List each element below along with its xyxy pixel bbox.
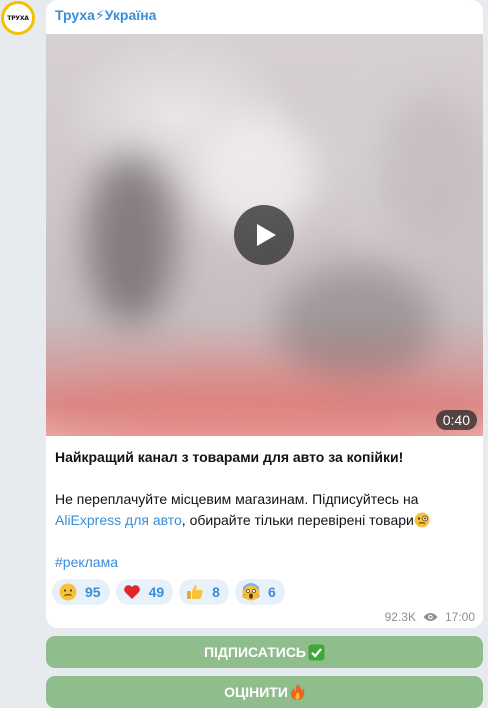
rate-button-label: ОЦІНИТИ	[224, 684, 288, 700]
channel-avatar[interactable]: ТРУХА	[1, 1, 35, 35]
reaction-count: 95	[85, 584, 101, 600]
subscribe-button[interactable]: ПІДПИСАТИСЬ	[46, 636, 483, 668]
reaction-thumbs-up[interactable]: 8	[179, 579, 229, 605]
post-text: Найкращий канал з товарами для авто за к…	[55, 447, 475, 573]
screaming-face-icon	[242, 583, 260, 601]
aliexpress-link[interactable]: AliExpress для авто	[55, 512, 182, 528]
reaction-count: 8	[212, 584, 220, 600]
avatar-logo-text: ТРУХА	[7, 14, 29, 22]
message-bubble: Труха⚡Україна 0:40 Найкращий канал з тов…	[46, 0, 483, 628]
play-icon	[257, 224, 276, 246]
channel-name[interactable]: Труха⚡Україна	[55, 7, 156, 24]
eye-icon	[423, 613, 438, 621]
thumbs-up-icon	[187, 585, 203, 599]
post-body-prefix: Не переплачуйте місцевим магазинам. Підп…	[55, 491, 419, 507]
post-headline: Найкращий канал з товарами для авто за к…	[55, 449, 404, 465]
view-count: 92.3K	[384, 610, 416, 624]
hashtag-link[interactable]: #реклама	[55, 552, 475, 573]
fire-icon	[290, 684, 305, 700]
play-button[interactable]	[234, 205, 294, 265]
video-duration: 0:40	[435, 410, 477, 430]
reactions-bar: 95 49 8 6	[52, 579, 285, 605]
reaction-count: 49	[148, 584, 165, 600]
post-body: Не переплачуйте місцевим магазинам. Підп…	[55, 489, 475, 531]
check-mark-icon	[308, 644, 325, 660]
message-meta: 92.3K 17:00	[385, 610, 475, 624]
rate-button[interactable]: ОЦІНИТИ	[46, 676, 483, 708]
reaction-heart[interactable]: 49	[115, 579, 174, 605]
reaction-count: 6	[267, 584, 276, 600]
message-time: 17:00	[444, 610, 475, 624]
reaction-scream[interactable]: 6	[234, 579, 285, 605]
monocle-face-icon	[414, 512, 430, 528]
confused-face-icon	[59, 583, 77, 601]
subscribe-button-label: ПІДПИСАТИСЬ	[203, 644, 306, 660]
post-body-suffix: , обирайте тільки перевірені товари	[181, 512, 414, 528]
video-preview[interactable]: 0:40	[46, 34, 483, 436]
reaction-confused[interactable]: 95	[52, 579, 110, 605]
red-heart-icon	[123, 585, 140, 599]
